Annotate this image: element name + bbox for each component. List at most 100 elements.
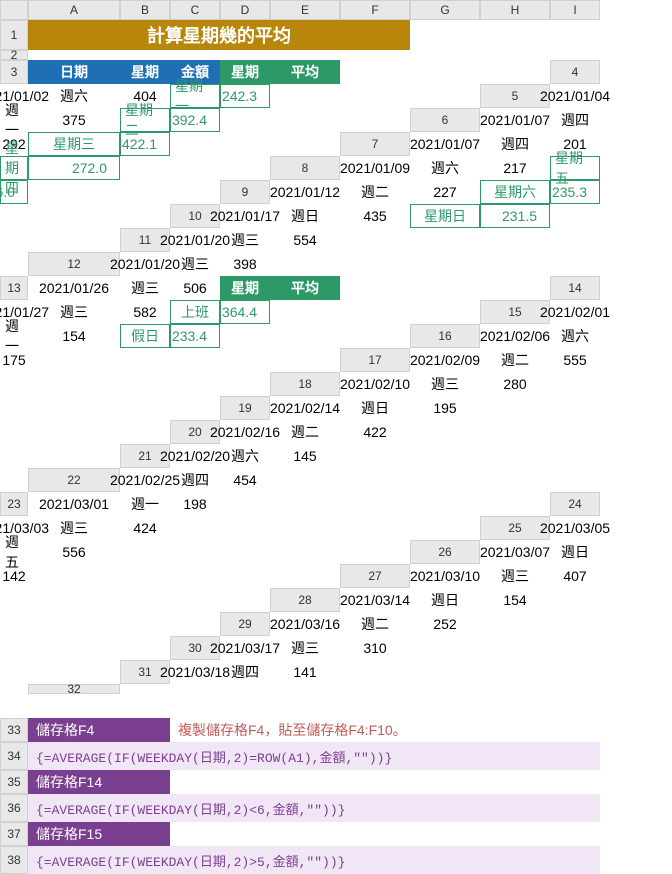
date-cell[interactable]: 2021/02/09 xyxy=(410,348,480,372)
weekday-cell[interactable]: 週二 xyxy=(270,420,340,444)
amount-cell[interactable]: 142 xyxy=(0,564,28,588)
col-header-B[interactable]: B xyxy=(120,0,170,20)
amount-cell[interactable]: 217 xyxy=(480,156,550,180)
row-header-37[interactable]: 37 xyxy=(0,822,28,846)
date-cell[interactable]: 2021/03/17 xyxy=(220,636,270,660)
table2-avg[interactable]: 235.3 xyxy=(550,180,600,204)
weekday-cell[interactable]: 週六 xyxy=(550,324,600,348)
weekday-cell[interactable]: 週日 xyxy=(270,204,340,228)
weekday-cell[interactable]: 週四 xyxy=(550,108,600,132)
amount-cell[interactable]: 454 xyxy=(220,468,270,492)
amount-cell[interactable]: 252 xyxy=(410,612,480,636)
amount-cell[interactable]: 141 xyxy=(270,660,340,684)
date-cell[interactable]: 2021/01/04 xyxy=(550,84,600,108)
date-cell[interactable]: 2021/01/20 xyxy=(120,252,170,276)
date-cell[interactable]: 2021/01/17 xyxy=(220,204,270,228)
table2-avg[interactable]: 242.3 xyxy=(220,84,270,108)
row-header-34[interactable]: 34 xyxy=(0,742,28,770)
row-header-35[interactable]: 35 xyxy=(0,770,28,794)
row-header-2[interactable]: 2 xyxy=(0,50,28,60)
weekday-cell[interactable]: 週六 xyxy=(220,444,270,468)
date-cell[interactable]: 2021/01/20 xyxy=(170,228,220,252)
date-cell[interactable]: 2021/01/07 xyxy=(480,108,550,132)
weekday-cell[interactable]: 週三 xyxy=(480,564,550,588)
table3-avg[interactable]: 233.4 xyxy=(170,324,220,348)
weekday-cell[interactable]: 週六 xyxy=(28,84,120,108)
weekday-cell[interactable]: 週二 xyxy=(480,348,550,372)
table2-avg[interactable]: 422.1 xyxy=(120,132,170,156)
amount-cell[interactable]: 422 xyxy=(340,420,410,444)
row-header-19[interactable]: 19 xyxy=(220,396,270,420)
col-header-F[interactable]: F xyxy=(340,0,410,20)
row-header-26[interactable]: 26 xyxy=(410,540,480,564)
col-header-H[interactable]: H xyxy=(480,0,550,20)
weekday-cell[interactable]: 週三 xyxy=(410,372,480,396)
row-header-24[interactable]: 24 xyxy=(550,492,600,516)
weekday-cell[interactable]: 週三 xyxy=(220,228,270,252)
weekday-cell[interactable]: 週五 xyxy=(0,540,28,564)
amount-cell[interactable]: 154 xyxy=(28,324,120,348)
weekday-cell[interactable]: 週六 xyxy=(410,156,480,180)
amount-cell[interactable]: 555 xyxy=(550,348,600,372)
weekday-cell[interactable]: 週二 xyxy=(340,612,410,636)
col-header-I[interactable]: I xyxy=(550,0,600,20)
table3-avg[interactable]: 364.4 xyxy=(220,300,270,324)
row-header-18[interactable]: 18 xyxy=(270,372,340,396)
weekday-cell[interactable]: 週三 xyxy=(28,300,120,324)
row-header-27[interactable]: 27 xyxy=(340,564,410,588)
row-header-38[interactable]: 38 xyxy=(0,846,28,874)
amount-cell[interactable]: 145 xyxy=(270,444,340,468)
amount-cell[interactable]: 195 xyxy=(410,396,480,420)
row-header-16[interactable]: 16 xyxy=(410,324,480,348)
date-cell[interactable]: 2021/02/16 xyxy=(220,420,270,444)
row-header-9[interactable]: 9 xyxy=(220,180,270,204)
date-cell[interactable]: 2021/03/07 xyxy=(480,540,550,564)
date-cell[interactable]: 2021/01/09 xyxy=(340,156,410,180)
weekday-cell[interactable]: 週一 xyxy=(0,108,28,132)
weekday-cell[interactable]: 週三 xyxy=(28,516,120,540)
weekday-cell[interactable]: 週一 xyxy=(0,324,28,348)
row-header-13[interactable]: 13 xyxy=(0,276,28,300)
table3-label[interactable]: 假日 xyxy=(120,324,170,348)
date-cell[interactable]: 2021/03/14 xyxy=(340,588,410,612)
table2-weekday[interactable]: 星期四 xyxy=(0,156,28,180)
date-cell[interactable]: 2021/02/14 xyxy=(270,396,340,420)
amount-cell[interactable]: 435 xyxy=(340,204,410,228)
weekday-cell[interactable]: 週日 xyxy=(410,588,480,612)
row-header-1[interactable]: 1 xyxy=(0,20,28,50)
weekday-cell[interactable]: 週三 xyxy=(170,252,220,276)
table2-weekday[interactable]: 星期一 xyxy=(170,84,220,108)
amount-cell[interactable]: 398 xyxy=(220,252,270,276)
amount-cell[interactable]: 582 xyxy=(120,300,170,324)
table3-label[interactable]: 上班 xyxy=(170,300,220,324)
date-cell[interactable]: 2021/03/05 xyxy=(550,516,600,540)
date-cell[interactable]: 2021/01/07 xyxy=(410,132,480,156)
row-header-8[interactable]: 8 xyxy=(270,156,340,180)
table2-weekday[interactable]: 星期三 xyxy=(28,132,120,156)
date-cell[interactable]: 2021/03/16 xyxy=(270,612,340,636)
row-header-6[interactable]: 6 xyxy=(410,108,480,132)
table2-avg[interactable]: 392.4 xyxy=(170,108,220,132)
row-header-29[interactable]: 29 xyxy=(220,612,270,636)
weekday-cell[interactable]: 週三 xyxy=(270,636,340,660)
table2-weekday[interactable]: 星期日 xyxy=(410,204,480,228)
amount-cell[interactable]: 556 xyxy=(28,540,120,564)
amount-cell[interactable]: 506 xyxy=(170,276,220,300)
date-cell[interactable]: 2021/02/25 xyxy=(120,468,170,492)
amount-cell[interactable]: 310 xyxy=(340,636,410,660)
col-header-C[interactable]: C xyxy=(170,0,220,20)
amount-cell[interactable]: 407 xyxy=(550,564,600,588)
date-cell[interactable]: 2021/03/01 xyxy=(28,492,120,516)
date-cell[interactable]: 2021/02/20 xyxy=(170,444,220,468)
weekday-cell[interactable]: 週日 xyxy=(340,396,410,420)
date-cell[interactable]: 2021/02/10 xyxy=(340,372,410,396)
row-header-28[interactable]: 28 xyxy=(270,588,340,612)
col-header-E[interactable]: E xyxy=(270,0,340,20)
row-header-22[interactable]: 22 xyxy=(28,468,120,492)
row-header-14[interactable]: 14 xyxy=(550,276,600,300)
table2-avg[interactable]: 556.0 xyxy=(0,180,28,204)
row-header-3[interactable]: 3 xyxy=(0,60,28,84)
date-cell[interactable]: 2021/01/26 xyxy=(28,276,120,300)
weekday-cell[interactable]: 週一 xyxy=(120,492,170,516)
weekday-cell[interactable]: 週四 xyxy=(170,468,220,492)
